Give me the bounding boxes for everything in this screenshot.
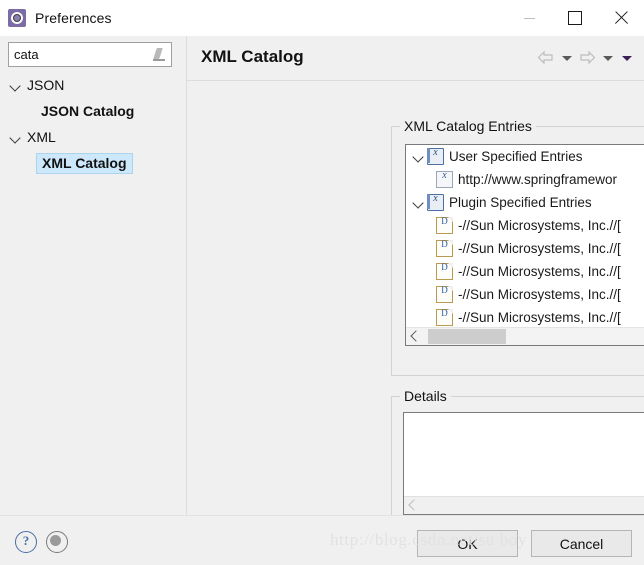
cancel-button[interactable]: Cancel xyxy=(531,530,632,557)
xml-catalog-entries-group: XML Catalog Entries User Specified Entri… xyxy=(391,118,644,376)
xml-catalog-icon xyxy=(427,147,444,165)
scrollbar-thumb[interactable] xyxy=(428,329,506,344)
tree-row-label: http://www.springframewor xyxy=(458,172,618,187)
chevron-left-icon[interactable] xyxy=(404,497,421,514)
preferences-gear-icon xyxy=(8,9,26,27)
preferences-sidebar: JSON JSON Catalog XML XML Catalog xyxy=(0,36,186,516)
sidebar-item-label: JSON xyxy=(27,77,65,93)
tree-row-label: -//Sun Microsystems, Inc.//[ xyxy=(458,287,621,302)
group-title: Details xyxy=(400,388,451,404)
title-bar: Preferences xyxy=(0,0,644,36)
arrow-right-icon[interactable] xyxy=(576,49,598,67)
window-title: Preferences xyxy=(35,10,112,26)
close-icon xyxy=(614,11,628,25)
chevron-down-menu-icon[interactable] xyxy=(617,49,636,67)
filter-search-box[interactable] xyxy=(8,42,172,67)
tree-row[interactable]: -//Sun Microsystems, Inc.//[ xyxy=(406,260,644,283)
dtd-entry-icon xyxy=(436,308,453,326)
tree-row[interactable]: -//Sun Microsystems, Inc.//[ xyxy=(406,237,644,260)
sidebar-item-xml[interactable]: XML xyxy=(0,124,185,150)
tree-row-label: -//Sun Microsystems, Inc.//[ xyxy=(458,241,621,256)
chevron-down-icon[interactable] xyxy=(8,129,24,145)
tree-row-label: -//Sun Microsystems, Inc.//[ xyxy=(458,218,621,233)
sidebar-item-label: XML Catalog xyxy=(36,152,133,174)
tree-row[interactable]: User Specified Entries xyxy=(406,145,644,168)
help-question-icon[interactable]: ? xyxy=(15,531,37,553)
details-text-area[interactable] xyxy=(403,412,644,515)
xml-entry-icon xyxy=(436,170,453,188)
sidebar-item-label: JSON Catalog xyxy=(41,103,135,119)
minimize-icon xyxy=(523,17,535,19)
sidebar-item-xml-catalog[interactable]: XML Catalog xyxy=(0,150,185,176)
dialog-footer: ? OK Cancel xyxy=(0,515,644,565)
content-header: XML Catalog xyxy=(187,36,644,81)
tree-row[interactable]: Plugin Specified Entries xyxy=(406,191,644,214)
minimize-button[interactable] xyxy=(506,0,552,36)
clear-eraser-icon[interactable] xyxy=(152,47,167,62)
tree-row[interactable]: -//Sun Microsystems, Inc.//[ xyxy=(406,306,644,328)
chevron-down-icon[interactable] xyxy=(412,149,427,164)
catalog-entries-tree[interactable]: User Specified Entries http://www.spring… xyxy=(405,144,644,346)
close-button[interactable] xyxy=(598,0,644,36)
preferences-tree: JSON JSON Catalog XML XML Catalog xyxy=(0,72,185,176)
search-input[interactable] xyxy=(14,47,142,62)
tree-row-label: -//Sun Microsystems, Inc.//[ xyxy=(458,264,621,279)
chevron-down-icon[interactable] xyxy=(557,49,576,67)
record-circle-icon[interactable] xyxy=(46,531,68,553)
arrow-left-icon[interactable] xyxy=(535,49,557,67)
dtd-entry-icon xyxy=(436,239,453,257)
tree-row[interactable]: -//Sun Microsystems, Inc.//[ xyxy=(406,283,644,306)
maximize-icon xyxy=(568,11,582,25)
dtd-entry-icon xyxy=(436,216,453,234)
window-controls xyxy=(506,0,644,36)
ok-button[interactable]: OK xyxy=(417,530,518,557)
xml-catalog-icon xyxy=(427,193,444,211)
dtd-entry-icon xyxy=(436,262,453,280)
tree-row-label: Plugin Specified Entries xyxy=(449,195,592,210)
tree-row-label: User Specified Entries xyxy=(449,149,583,164)
sidebar-item-label: XML xyxy=(27,129,56,145)
chevron-down-icon[interactable] xyxy=(412,195,427,210)
chevron-down-icon[interactable] xyxy=(598,49,617,67)
dialog-body: JSON JSON Catalog XML XML Catalog XML Ca… xyxy=(0,36,644,530)
tree-row-label: -//Sun Microsystems, Inc.//[ xyxy=(458,310,621,325)
content-panel: XML Catalog XML Catalog Entries x User S… xyxy=(187,36,644,530)
sidebar-item-json-catalog[interactable]: JSON Catalog xyxy=(0,98,185,124)
details-content[interactable] xyxy=(404,413,644,497)
details-horizontal-scrollbar[interactable] xyxy=(404,496,644,514)
maximize-button[interactable] xyxy=(552,0,598,36)
tree-horizontal-scrollbar[interactable] xyxy=(406,327,644,345)
page-title: XML Catalog xyxy=(201,47,304,66)
chevron-down-icon[interactable] xyxy=(8,77,24,93)
navigation-arrows xyxy=(535,49,636,67)
details-group: Details xyxy=(391,388,644,530)
chevron-left-icon[interactable] xyxy=(406,328,423,345)
tree-row[interactable]: http://www.springframewor xyxy=(406,168,644,191)
tree-rows: User Specified Entries http://www.spring… xyxy=(406,145,644,328)
tree-row[interactable]: -//Sun Microsystems, Inc.//[ xyxy=(406,214,644,237)
group-title: XML Catalog Entries xyxy=(400,118,536,134)
sidebar-item-json[interactable]: JSON xyxy=(0,72,185,98)
dtd-entry-icon xyxy=(436,285,453,303)
